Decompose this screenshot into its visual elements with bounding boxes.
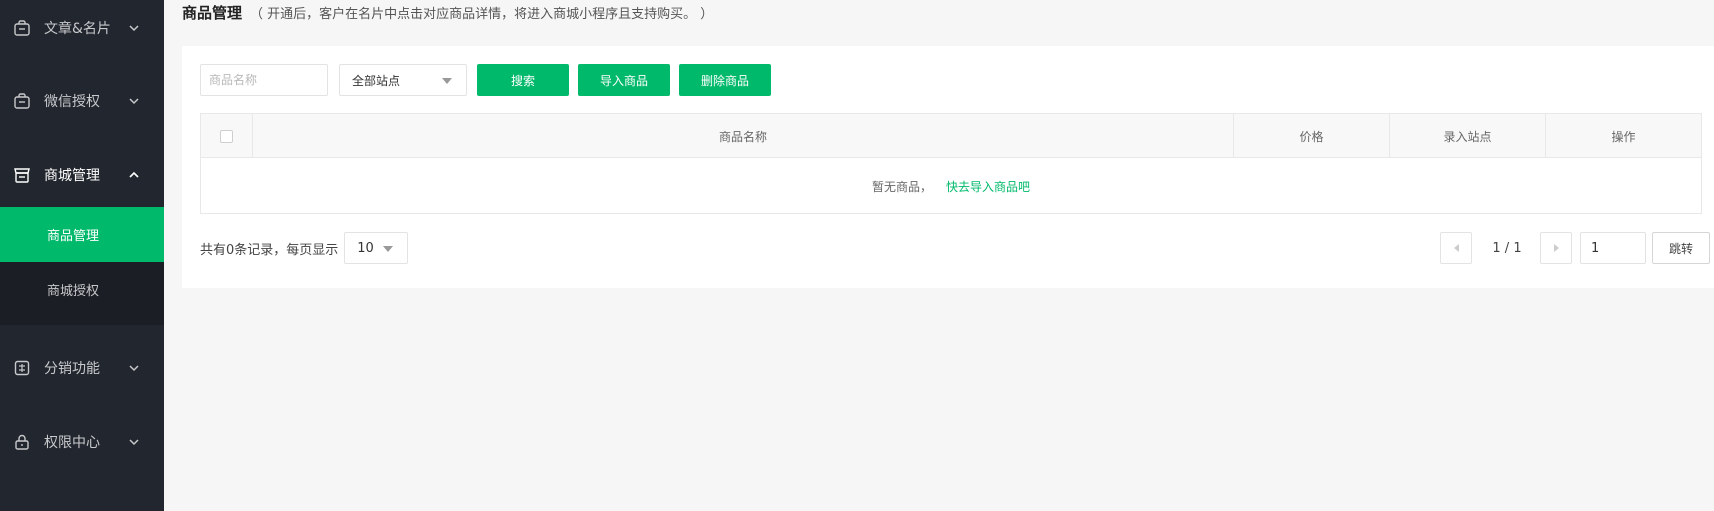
next-page-button[interactable] [1540,232,1572,264]
pagination: 1 / 1 跳转 [1440,232,1710,264]
empty-state-text: 暂无商品， [871,179,932,194]
nav-group-label: 文章&名片 [44,21,111,37]
submenu-item-product-management[interactable]: 商品管理 [0,207,164,262]
submenu-item-mall-authorization[interactable]: 商城授权 [0,262,164,317]
briefcase-icon [14,93,30,109]
caret-down-icon [383,246,394,252]
total-records-text: 共有0条记录，每页显示 [200,242,339,258]
import-products-button[interactable]: 导入商品 [578,64,670,96]
go-to-page-button[interactable]: 跳转 [1652,232,1710,264]
nav-group-distribution[interactable]: 分销功能 [0,343,164,393]
site-select[interactable]: 全部站点 [339,64,467,96]
product-name-search-input[interactable] [200,64,328,96]
nav-group-label: 微信授权 [44,94,100,110]
chevron-down-icon [129,365,139,372]
arrow-right-icon [1553,244,1559,252]
products-table: 商品名称 价格 录入站点 操作 暂无商品， 快去导入商品吧 [200,113,1702,214]
page-indicator: 1 / 1 [1492,240,1522,256]
sidebar: 文章&名片 微信授权 商城管理 商品管理 商城授权 分销功能 权限中心 [0,0,164,511]
prev-page-button[interactable] [1440,232,1472,264]
delete-products-button[interactable]: 删除商品 [679,64,771,96]
search-button[interactable]: 搜索 [477,64,569,96]
page-header: 商品管理 （ 开通后，客户在名片中点击对应商品详情，将进入商城小程序且支持购买。… [182,2,713,26]
chevron-down-icon [129,439,139,446]
submenu-item-label: 商城授权 [47,284,100,299]
nav-group-label: 商城管理 [44,168,100,184]
page-size-value: 10 [357,240,374,256]
column-header-actions: 操作 [1545,114,1701,158]
nav-group-label: 权限中心 [44,435,100,451]
submenu-item-label: 商品管理 [47,229,100,244]
column-header-site: 录入站点 [1389,114,1545,158]
lock-icon [15,434,29,450]
chevron-down-icon [129,25,139,32]
page-description: （ 开通后，客户在名片中点击对应商品详情，将进入商城小程序且支持购买。 ） [250,7,714,22]
select-all-cell [201,114,252,158]
table-header: 商品名称 价格 录入站点 操作 [201,114,1701,158]
site-select-value: 全部站点 [352,73,401,88]
page-number-input[interactable] [1580,232,1646,264]
select-all-checkbox[interactable] [220,129,233,143]
mall-submenu: 商品管理 商城授权 [0,207,164,325]
caret-down-icon [442,78,452,84]
import-products-link[interactable]: 快去导入商品吧 [946,178,1030,195]
arrow-left-icon [1453,244,1459,252]
chevron-down-icon [129,98,139,105]
briefcase-icon [14,20,30,36]
empty-state-row: 暂无商品， 快去导入商品吧 [201,159,1701,213]
nav-group-label: 分销功能 [44,361,100,377]
column-header-name: 商品名称 [252,114,1233,158]
chevron-up-icon [129,171,139,178]
content-card: 全部站点 搜索 导入商品 删除商品 商品名称 价格 录入站点 操作 暂无商品， … [182,46,1714,288]
nav-group-permissions[interactable]: 权限中心 [0,417,164,467]
nav-group-articles[interactable]: 文章&名片 [0,3,164,53]
column-header-price: 价格 [1233,114,1389,158]
nav-group-wechat-auth[interactable]: 微信授权 [0,76,164,126]
page-size-select[interactable]: 10 [344,232,409,264]
nav-group-mall[interactable]: 商城管理 [0,150,164,200]
pagination-summary: 共有0条记录，每页显示 10 [200,232,409,264]
distribution-icon [14,360,30,376]
store-icon [14,168,30,183]
page-title: 商品管理 [182,4,243,22]
